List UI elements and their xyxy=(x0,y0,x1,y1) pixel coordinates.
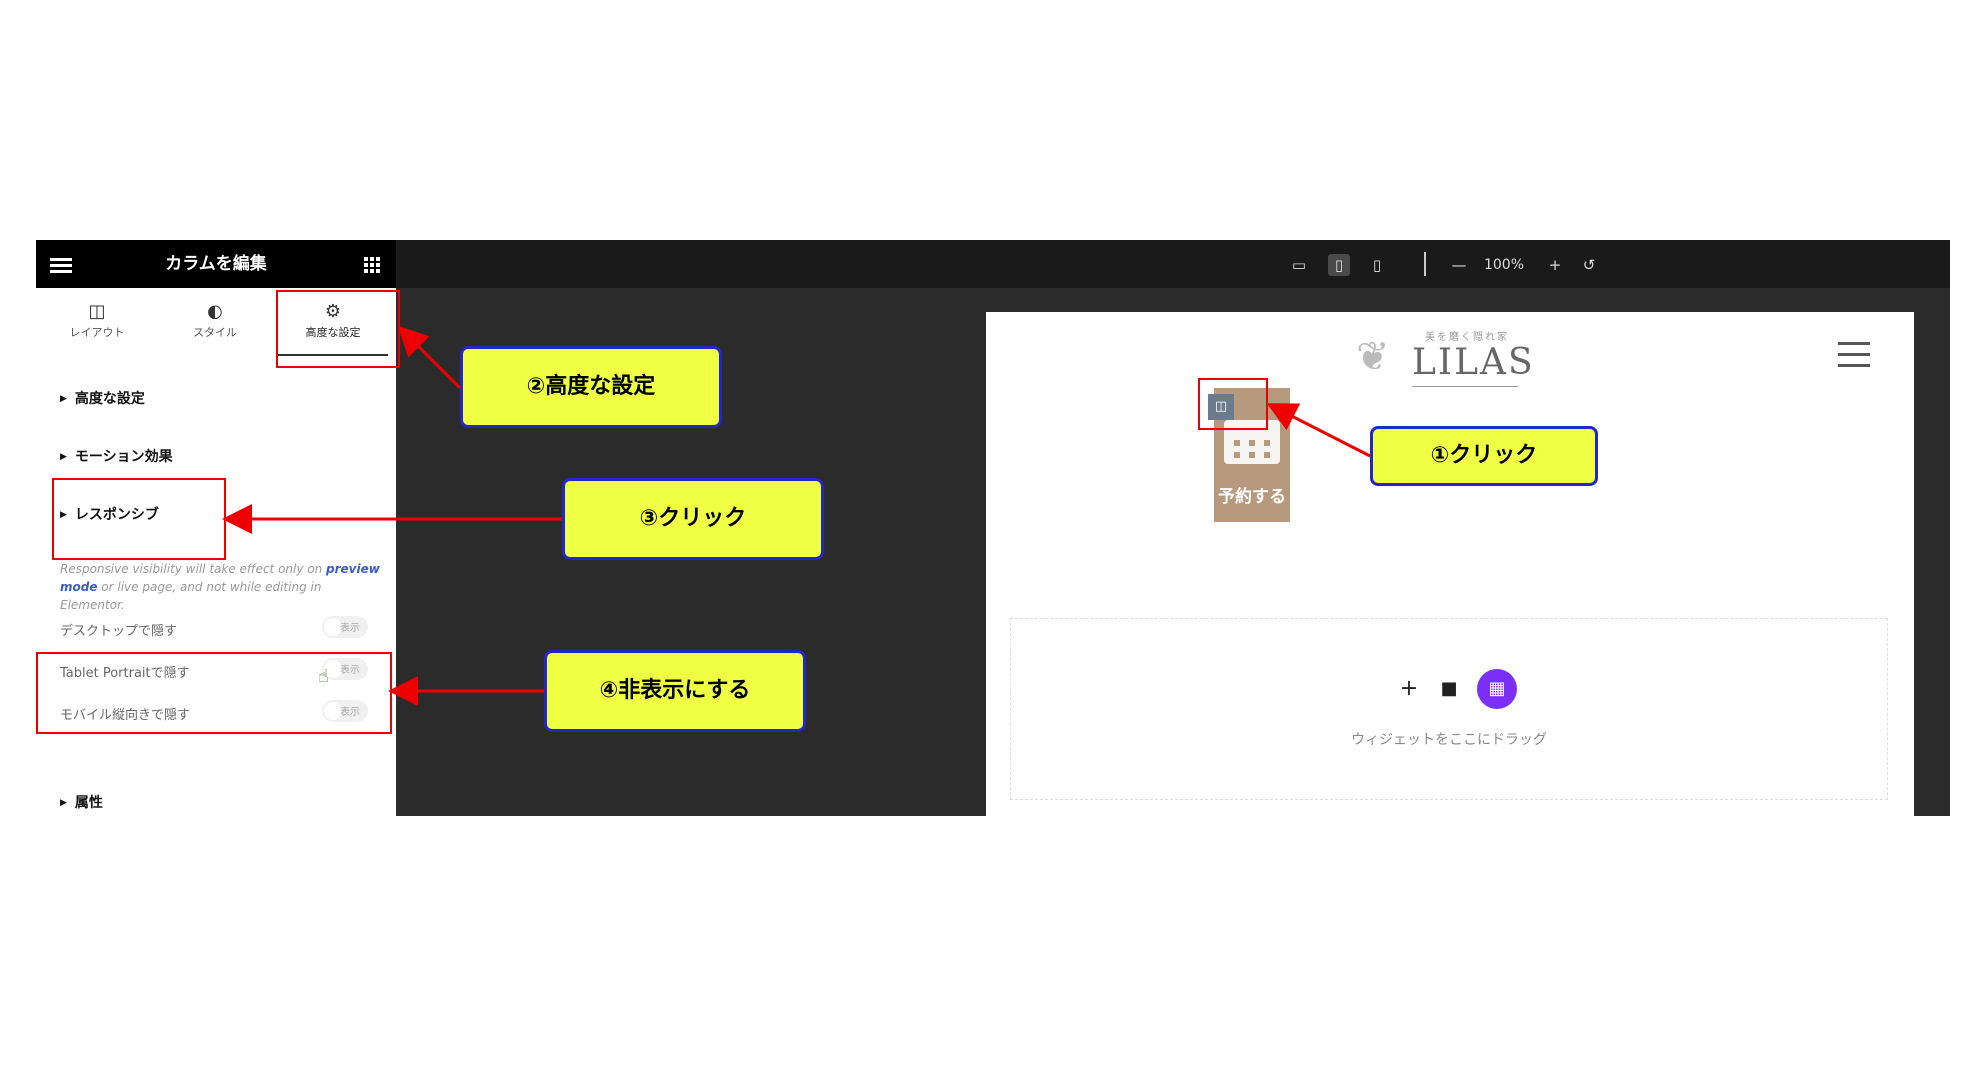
panel-title: カラムを編集 xyxy=(165,254,267,274)
tab-style[interactable]: ◐ スタイル xyxy=(160,300,270,354)
zoom-out-icon[interactable]: — xyxy=(1448,254,1470,276)
responsive-note: Responsive visibility will take effect o… xyxy=(60,562,380,612)
callout-step3: ③クリック xyxy=(562,478,824,560)
tab-label: スタイル xyxy=(193,326,237,339)
caret-right-icon: ▶ xyxy=(60,394,67,404)
callout-step1: ①クリック xyxy=(1370,426,1598,486)
reserve-label: 予約する xyxy=(1218,487,1286,507)
callout-step2: ②高度な設定 xyxy=(460,346,722,428)
logo-tagline: 美を磨く隠れ家 xyxy=(1425,332,1509,343)
layout-columns-icon: ◫ xyxy=(88,301,106,322)
add-section-icon[interactable]: + xyxy=(1389,669,1429,709)
desktop-icon[interactable]: ▭ xyxy=(1288,254,1310,276)
half-circle-icon: ◐ xyxy=(207,301,223,322)
page-preview: ❦ 美を磨く隠れ家 LILAS 予約する ◫ + ■ ▦ ウィジェットをここにド… xyxy=(986,312,1914,816)
tab-label: レイアウト xyxy=(69,326,125,339)
section-attributes[interactable]: ▶ 属性 xyxy=(60,792,103,812)
hamburger-menu-icon[interactable] xyxy=(1838,342,1870,368)
caret-right-icon: ▶ xyxy=(60,452,67,462)
mobile-icon[interactable]: ▯ xyxy=(1366,254,1388,276)
tab-layout[interactable]: ◫ レイアウト xyxy=(42,300,152,354)
highlight-responsive-section xyxy=(52,478,226,560)
callout-step4: ④非表示にする xyxy=(544,650,806,732)
logo-text: LILAS xyxy=(1412,342,1535,383)
widgets-grid-icon[interactable] xyxy=(364,257,380,273)
highlight-column-handle xyxy=(1198,378,1268,430)
hide-desktop-toggle[interactable]: 表示 xyxy=(322,616,368,638)
section-advanced[interactable]: ▶ 高度な設定 xyxy=(60,388,145,408)
reset-zoom-icon[interactable]: ↺ xyxy=(1578,254,1600,276)
highlight-hide-options xyxy=(36,652,392,734)
template-library-icon[interactable]: ▦ xyxy=(1477,669,1517,709)
zoom-in-icon[interactable]: + xyxy=(1544,254,1566,276)
caret-right-icon: ▶ xyxy=(60,798,67,808)
hide-desktop-label: デスクトップで隠す xyxy=(60,624,178,639)
section-motion[interactable]: ▶ モーション効果 xyxy=(60,446,173,466)
panel-header: カラムを編集 xyxy=(36,240,396,288)
toolbar-divider xyxy=(1424,252,1426,276)
logo-underline xyxy=(1412,386,1518,387)
leaf-logo-icon: ❦ xyxy=(1356,334,1390,380)
highlight-advanced-tab xyxy=(276,290,400,368)
widget-dropzone[interactable]: + ■ ▦ ウィジェットをここにドラッグ xyxy=(1010,618,1888,800)
folder-icon[interactable]: ■ xyxy=(1429,669,1469,709)
zoom-level: 100% xyxy=(1483,257,1525,273)
tablet-icon[interactable]: ▯ xyxy=(1328,254,1350,276)
dropzone-text: ウィジェットをここにドラッグ xyxy=(1351,732,1547,748)
